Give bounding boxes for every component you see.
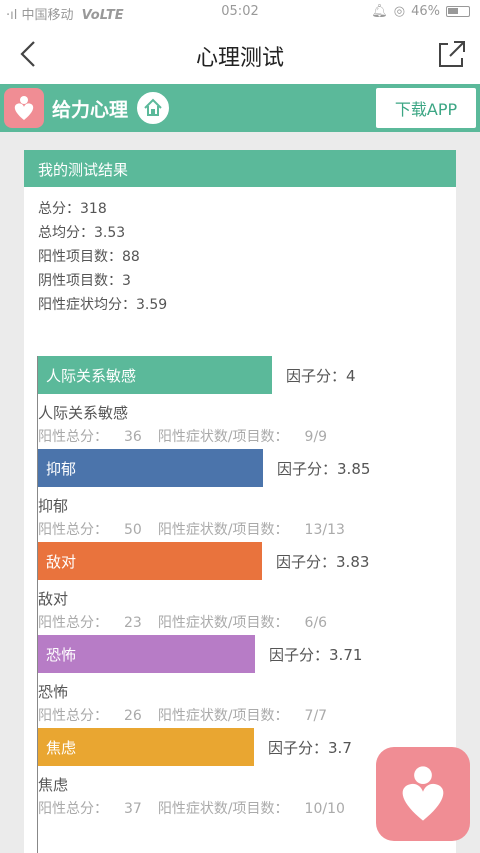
summary-negative-count: 阴性项目数：3 xyxy=(38,273,131,289)
app-banner: 给力心理 下载APP xyxy=(0,84,480,132)
app-logo-icon xyxy=(4,88,44,128)
status-icons: 🔔︎ ◎ 46% xyxy=(371,4,470,19)
battery-icon xyxy=(446,6,470,17)
bar-label: 抑郁 xyxy=(46,460,77,478)
heart-logo-icon xyxy=(402,766,444,821)
factor-score: 因子分：3.71 xyxy=(269,646,363,664)
factor-name: 恐怖 xyxy=(38,683,69,701)
summary-total: 总分：318 xyxy=(38,201,107,217)
open-external-icon[interactable] xyxy=(434,36,470,72)
floating-app-button[interactable] xyxy=(376,747,470,841)
summary-positive-average: 阳性症状均分：3.59 xyxy=(38,297,168,313)
status-bar: ·ıl 中国移动 VoLTE 05:02 🔔︎ ◎ 46% xyxy=(0,0,480,24)
home-icon[interactable] xyxy=(137,92,169,124)
brand-name: 给力心理 xyxy=(52,99,129,121)
factor-item: 敌对 因子分：3.83 敌对 阳性总分： 23 阳性症状数/项目数： 6/6 xyxy=(38,514,448,631)
heart-icon xyxy=(14,96,34,120)
factor-name: 敌对 xyxy=(38,590,69,608)
bell-icon: 🔔︎ xyxy=(371,4,388,19)
factor-item: 抑郁 因子分：3.85 抑郁 阳性总分： 50 阳性症状数/项目数： 13/13 xyxy=(38,421,448,538)
bar-label: 人际关系敏感 xyxy=(46,367,137,385)
card-title: 我的测试结果 xyxy=(24,150,456,187)
factor-detail: 阳性总分： 37 阳性症状数/项目数： 10/10 xyxy=(38,801,345,817)
bar-label: 恐怖 xyxy=(46,646,77,664)
summary-list: 总分：318 总均分：3.53 阳性项目数：88 阴性项目数：3 阳性症状均分：… xyxy=(24,187,456,317)
battery-percent: 46% xyxy=(411,4,440,19)
download-app-button[interactable]: 下载APP xyxy=(376,88,476,128)
factor-score: 因子分：3.85 xyxy=(277,460,371,478)
factor-item: 恐怖 因子分：3.71 恐怖 阳性总分： 26 阳性症状数/项目数： 7/7 xyxy=(38,607,448,724)
factor-name: 焦虑 xyxy=(38,776,69,794)
factor-name: 人际关系敏感 xyxy=(38,404,129,422)
factor-score: 因子分：3.7 xyxy=(268,739,352,757)
factor-item: 人际关系敏感 因子分：4 人际关系敏感 阳性总分： 36 阳性症状数/项目数： 9/9 xyxy=(38,328,448,445)
factor-bar: 焦虑 xyxy=(38,728,254,766)
factor-bar: 抑郁 xyxy=(38,449,263,487)
bar-label: 敌对 xyxy=(46,553,77,571)
factor-bar: 敌对 xyxy=(38,542,262,580)
factor-score: 因子分：4 xyxy=(286,367,356,385)
factor-name: 抑郁 xyxy=(38,497,69,515)
page-title: 心理测试 xyxy=(195,46,284,71)
summary-average: 总均分：3.53 xyxy=(38,225,126,241)
alarm-icon: ◎ xyxy=(393,4,406,19)
nav-bar: 心理测试 xyxy=(0,24,480,84)
bar-label: 焦虑 xyxy=(46,739,77,757)
factor-bar: 恐怖 xyxy=(38,635,255,673)
back-icon[interactable] xyxy=(12,36,48,72)
factor-bar: 人际关系敏感 xyxy=(38,356,272,394)
summary-positive-count: 阳性项目数：88 xyxy=(38,249,140,265)
factor-score: 因子分：3.83 xyxy=(276,553,370,571)
